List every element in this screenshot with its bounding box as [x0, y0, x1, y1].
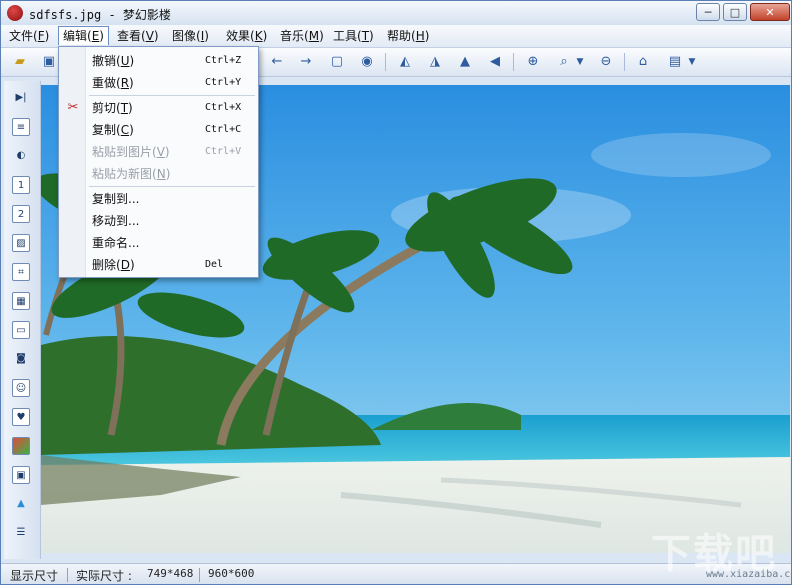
menu-item-undo[interactable]: 撤销(U) Ctrl+Z [59, 50, 258, 72]
menu-view[interactable]: 查看(V) [113, 26, 163, 46]
flip-horizontal-icon[interactable]: ▲ [455, 52, 475, 72]
close-button[interactable]: ✕ [750, 3, 790, 21]
menu-tools[interactable]: 工具(T) [329, 26, 378, 46]
status-separator [199, 568, 200, 582]
home-icon[interactable]: ⌂ [633, 52, 653, 72]
triangle-icon[interactable]: ▲ [12, 495, 30, 513]
actual-dimensions: 960*600 [208, 567, 255, 580]
zoom-icon[interactable]: ⌕ [554, 52, 574, 72]
menu-item-copy[interactable]: 复制(C) Ctrl+C [59, 119, 258, 141]
border-icon[interactable]: ▭ [12, 321, 30, 339]
menu-item-redo[interactable]: 重做(R) Ctrl+Y [59, 72, 258, 94]
displayed-dimensions: 749*468 [147, 567, 194, 580]
menu-item-paste-as-new: 粘贴为新图(N) [92, 167, 171, 181]
display-size-label: 显示尺寸 [10, 569, 59, 583]
arrow-right-icon[interactable]: → [296, 52, 316, 72]
menu-item-move-to[interactable]: 移动到... [59, 210, 258, 232]
menu-image[interactable]: 图像(I) [168, 26, 213, 46]
menu-edit[interactable]: 编辑(E) [58, 26, 109, 45]
menu-item-copy-to[interactable]: 复制到... [59, 188, 258, 210]
edit-menu-dropdown: 撤销(U) Ctrl+Z 重做(R) Ctrl+Y ✂ 剪切(T) Ctrl+X… [58, 46, 259, 278]
actual-size-icon[interactable]: ◉ [357, 52, 377, 72]
save-icon[interactable]: ▣ [39, 52, 59, 72]
gallery-icon[interactable]: ▣ [12, 466, 30, 484]
heart-frame-icon[interactable]: ♥ [12, 408, 30, 426]
portrait-icon[interactable]: ☺ [12, 379, 30, 397]
toolbar-separator [513, 53, 514, 71]
page-two-icon[interactable]: 2 [12, 205, 30, 223]
app-logo-icon [7, 5, 23, 21]
contrast-icon[interactable]: ◐ [12, 147, 30, 165]
rotate-left-icon[interactable]: ◭ [395, 52, 415, 72]
menu-file[interactable]: 文件(F) [5, 26, 53, 46]
frame-icon[interactable]: ▦ [12, 292, 30, 310]
open-folder-icon[interactable]: ▰ [10, 52, 30, 72]
page-one-icon[interactable]: 1 [12, 176, 30, 194]
arrow-left-icon[interactable]: ← [267, 52, 287, 72]
toolbar-separator [385, 53, 386, 71]
menu-separator [89, 186, 255, 187]
landscape-icon[interactable]: ▨ [12, 234, 30, 252]
zoom-out-icon[interactable]: ⊖ [596, 52, 616, 72]
menu-item-cut[interactable]: ✂ 剪切(T) Ctrl+X [59, 97, 258, 119]
menu-separator [89, 95, 255, 96]
rotate-right-icon[interactable]: ◮ [425, 52, 445, 72]
app-window: sdfsfs.jpg - 梦幻影楼 ─ □ ✕ 文件(F) 编辑(E) 查看(V… [0, 0, 792, 585]
menu-item-paste-to-image: 粘贴到图片(V) Ctrl+V [92, 145, 242, 159]
status-separator [67, 568, 68, 582]
list-icon[interactable]: ☰ [12, 524, 30, 542]
menu-bar: 文件(F) 编辑(E) 查看(V) 图像(I) 效果(K) 音乐(M) 工具(T… [1, 25, 791, 48]
watermark-url: www.xiazaiba.com [706, 569, 791, 580]
menu-help[interactable]: 帮助(H) [383, 26, 433, 46]
menu-effects[interactable]: 效果(K) [222, 26, 271, 46]
window-title: sdfsfs.jpg - 梦幻影楼 [29, 8, 171, 22]
zoom-dropdown-icon[interactable]: ▼ [575, 52, 585, 72]
fit-window-icon[interactable]: ▢ [327, 52, 347, 72]
menu-item-rename[interactable]: 重命名... [59, 232, 258, 254]
wallpaper-dropdown-icon[interactable]: ▼ [687, 52, 697, 72]
menu-item-delete[interactable]: 删除(D) Del [59, 254, 258, 276]
actual-size-label: 实际尺寸 : [76, 569, 132, 583]
left-toolbar: ▶| ≡ ◐ 1 2 ▨ ⌗ ▦ ▭ ◙ ☺ ♥ ▣ ▲ ☰ [4, 81, 41, 559]
flip-vertical-icon[interactable]: ◀ [485, 52, 505, 72]
wallpaper-icon[interactable]: ▤ [665, 52, 685, 72]
scissors-icon: ✂ [67, 100, 79, 115]
crop-icon[interactable]: ⌗ [12, 263, 30, 281]
minimize-button[interactable]: ─ [696, 3, 720, 21]
camera-icon[interactable]: ◙ [12, 350, 30, 368]
maximize-button[interactable]: □ [723, 3, 747, 21]
adjust-icon[interactable]: ≡ [12, 118, 30, 136]
zoom-in-icon[interactable]: ⊕ [523, 52, 543, 72]
toolbar-separator [624, 53, 625, 71]
title-bar: sdfsfs.jpg - 梦幻影楼 ─ □ ✕ [1, 1, 791, 25]
color-icon[interactable] [12, 437, 30, 455]
menu-music[interactable]: 音乐(M) [276, 26, 328, 46]
slideshow-icon[interactable]: ▶| [12, 89, 30, 107]
